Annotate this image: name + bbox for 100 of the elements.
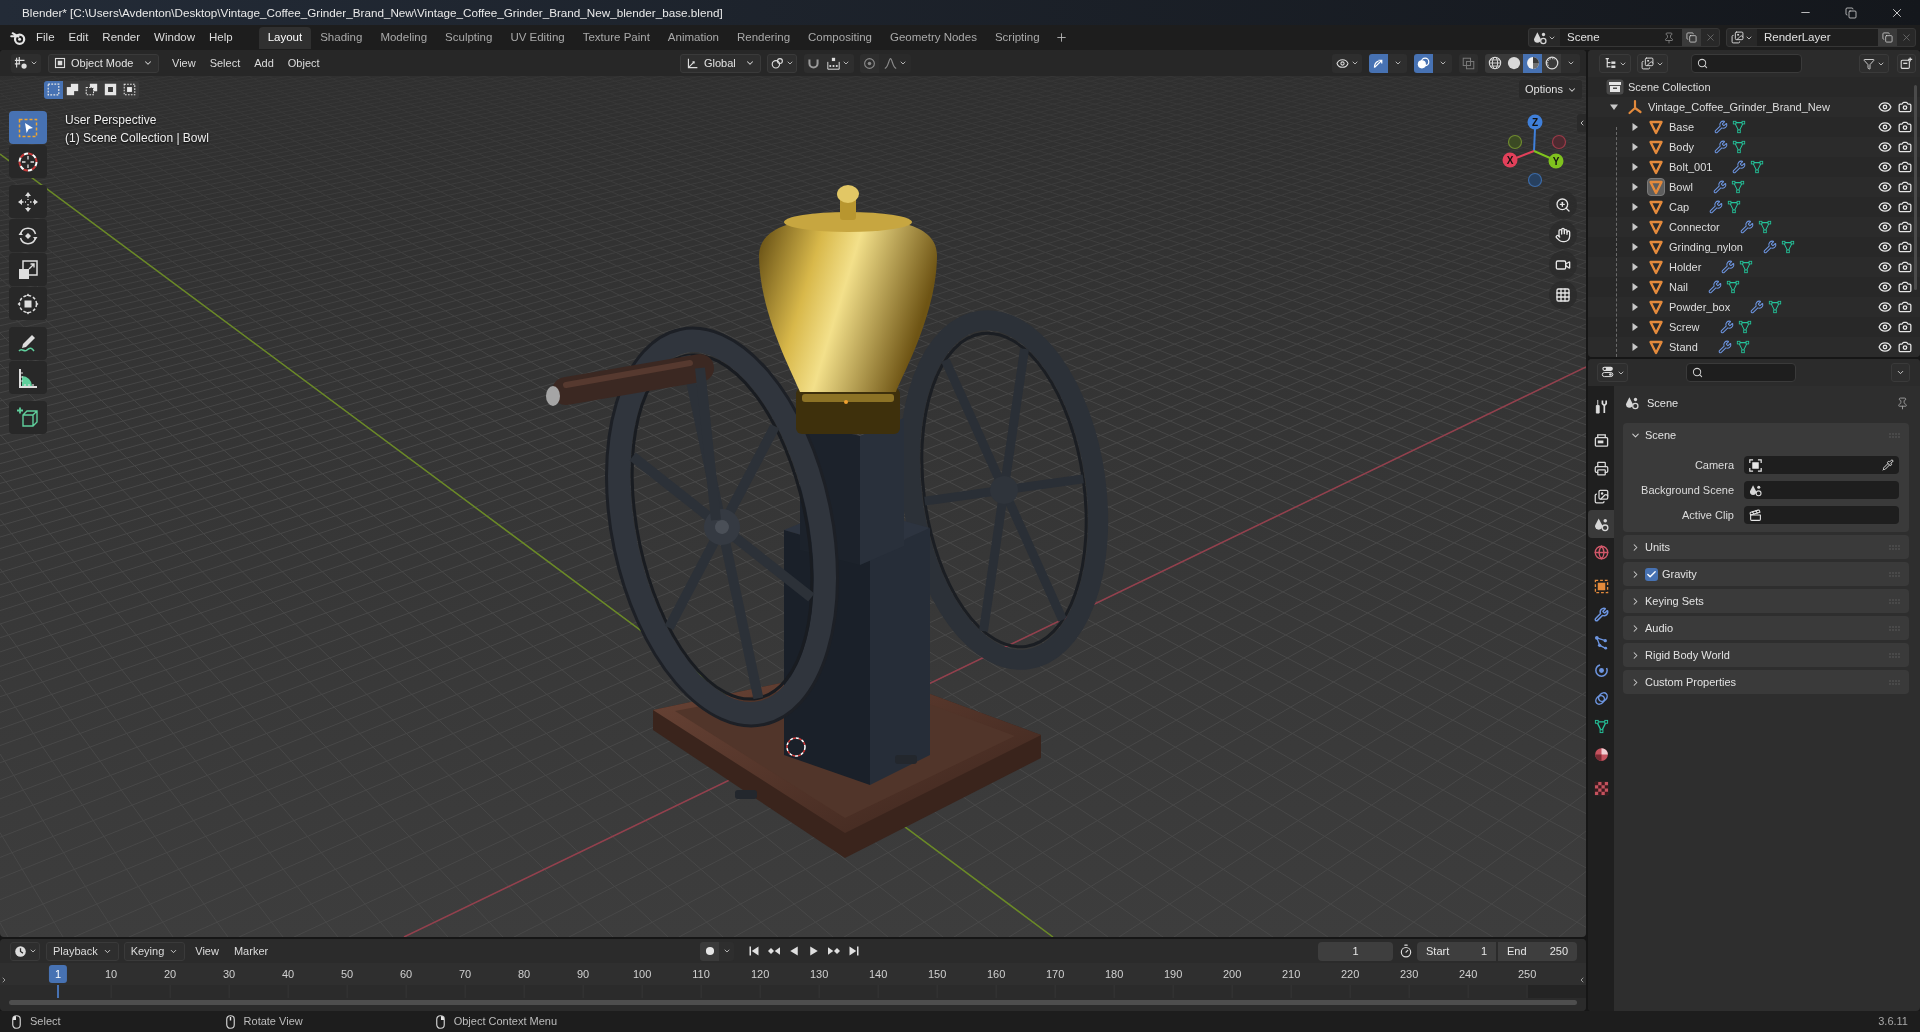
expand-arrow-icon[interactable]: [1631, 143, 1639, 151]
triangle-vertices-icon[interactable]: [1727, 200, 1742, 214]
channel-region-toggle-icon[interactable]: [0, 976, 8, 984]
workspace-tab[interactable]: Sculpting: [436, 26, 502, 49]
properties-tab[interactable]: [1588, 510, 1614, 538]
workspace-tab[interactable]: Rendering: [728, 26, 800, 49]
triangle-icon[interactable]: [1647, 238, 1665, 256]
expand-arrow-icon[interactable]: [1631, 243, 1639, 251]
wrench-icon[interactable]: [1763, 240, 1777, 254]
triangle-icon[interactable]: [1647, 218, 1665, 236]
menu-item[interactable]: Edit: [61, 27, 96, 48]
eye-icon[interactable]: [1878, 200, 1892, 214]
wrench-icon[interactable]: [1739, 220, 1754, 234]
workspace-tab[interactable]: Scripting: [985, 26, 1049, 49]
gizmo-toggle[interactable]: [1369, 53, 1388, 73]
search-field[interactable]: [1691, 54, 1802, 73]
tool-button[interactable]: [9, 253, 47, 286]
triangle-icon[interactable]: [1647, 318, 1665, 336]
scene-selector[interactable]: Scene: [1528, 28, 1720, 47]
menu-item[interactable]: File: [29, 27, 62, 48]
camera-icon[interactable]: [1898, 260, 1912, 274]
wrench-icon[interactable]: [1717, 340, 1732, 354]
menu-dropdown[interactable]: Playback: [46, 941, 119, 961]
menu-dropdown[interactable]: Keying: [123, 941, 186, 961]
camera-icon[interactable]: [1898, 100, 1912, 114]
triangle-icon[interactable]: [1647, 178, 1665, 196]
triangle-vertices-icon[interactable]: [1725, 280, 1740, 294]
wrench-icon[interactable]: [1712, 180, 1727, 194]
tool-button[interactable]: [9, 219, 47, 252]
triangle-vertices-icon[interactable]: [1732, 140, 1747, 154]
pin-icon[interactable]: [1663, 31, 1675, 44]
panel-title[interactable]: Audio: [1645, 619, 1674, 637]
start-frame-field[interactable]: Start 1: [1417, 941, 1496, 961]
triangle-vertices-icon[interactable]: [1768, 300, 1783, 314]
wrench-icon[interactable]: [1714, 140, 1729, 154]
wrench-icon[interactable]: [1719, 320, 1734, 334]
eye-icon[interactable]: [1878, 340, 1892, 354]
tool-button[interactable]: [9, 145, 47, 178]
triangle-vertices-icon[interactable]: [1757, 220, 1772, 234]
camera-icon[interactable]: [1898, 340, 1912, 354]
editor-type-button[interactable]: [10, 941, 40, 961]
eye-icon[interactable]: [1878, 280, 1892, 294]
camera-icon[interactable]: [1898, 160, 1912, 174]
workspace-tab[interactable]: UV Editing: [501, 26, 574, 49]
shading-mode-button[interactable]: [1523, 53, 1542, 73]
menu-item[interactable]: View: [165, 53, 203, 73]
workspace-tab[interactable]: Modeling: [371, 26, 437, 49]
menu-item[interactable]: Help: [202, 27, 240, 48]
workspace-tab[interactable]: Layout: [258, 26, 312, 49]
expand-arrow-icon[interactable]: [1631, 343, 1639, 351]
triangle-vertices-icon[interactable]: [1737, 320, 1752, 334]
expand-arrow-icon[interactable]: [1631, 163, 1639, 171]
panel-title[interactable]: Gravity: [1662, 565, 1697, 583]
data-block-field[interactable]: [1744, 456, 1899, 474]
eye-icon[interactable]: [1878, 240, 1892, 254]
shading-mode-button[interactable]: [1485, 53, 1504, 73]
next-keyframe-icon[interactable]: [828, 945, 841, 957]
triangle-icon[interactable]: [1647, 198, 1665, 216]
triangle-vertices-icon[interactable]: [1732, 120, 1747, 134]
wrench-icon[interactable]: [1721, 260, 1736, 274]
view-layer-selector[interactable]: RenderLayer: [1726, 28, 1916, 47]
shading-mode-button[interactable]: [1504, 53, 1523, 73]
panel-title[interactable]: Rigid Body World: [1645, 646, 1730, 664]
expand-arrow-icon[interactable]: [1631, 223, 1639, 231]
expand-arrow-icon[interactable]: [1631, 283, 1639, 291]
expand-arrow-icon[interactable]: [1631, 203, 1639, 211]
triangle-icon[interactable]: [1647, 138, 1665, 156]
snap-toggle[interactable]: [804, 53, 823, 73]
camera-icon[interactable]: [1898, 180, 1912, 194]
expand-arrow-icon[interactable]: [1631, 263, 1639, 271]
eye-icon[interactable]: [1878, 320, 1892, 334]
sidebar-toggle-button[interactable]: [1577, 114, 1586, 132]
display-mode-button[interactable]: [1637, 54, 1668, 73]
shading-mode-button[interactable]: [1542, 53, 1561, 73]
triangle-icon[interactable]: [1647, 338, 1665, 356]
scrollbar[interactable]: [1914, 85, 1917, 290]
camera-icon[interactable]: [1898, 240, 1912, 254]
camera-icon[interactable]: [1898, 120, 1912, 134]
menu-item[interactable]: Add: [247, 53, 281, 73]
wrench-icon[interactable]: [1707, 280, 1722, 294]
tool-button[interactable]: [9, 401, 47, 434]
new-collection-button[interactable]: [1897, 54, 1916, 73]
wrench-icon[interactable]: [1732, 160, 1747, 174]
outliner-row[interactable]: Stand: [1588, 337, 1920, 357]
x-axis-handle[interactable]: X: [1502, 150, 1535, 168]
panel-title[interactable]: Custom Properties: [1645, 673, 1737, 691]
pivot-point-button[interactable]: [767, 53, 797, 73]
z-axis-handle[interactable]: Z: [1527, 114, 1543, 152]
wrench-icon[interactable]: [1709, 200, 1724, 214]
duplicate-icon[interactable]: [1882, 32, 1893, 43]
data-block-field[interactable]: [1744, 481, 1899, 499]
eye-icon[interactable]: [1878, 160, 1892, 174]
tool-button[interactable]: [9, 327, 47, 360]
unlink-icon[interactable]: [1900, 32, 1912, 43]
eye-icon[interactable]: [1878, 100, 1892, 114]
filter-button[interactable]: [1859, 54, 1889, 73]
data-block-field[interactable]: [1744, 506, 1899, 524]
camera-icon[interactable]: [1898, 200, 1912, 214]
workspace-tab[interactable]: Animation: [658, 26, 728, 49]
eyedropper-icon[interactable]: [1882, 459, 1894, 471]
